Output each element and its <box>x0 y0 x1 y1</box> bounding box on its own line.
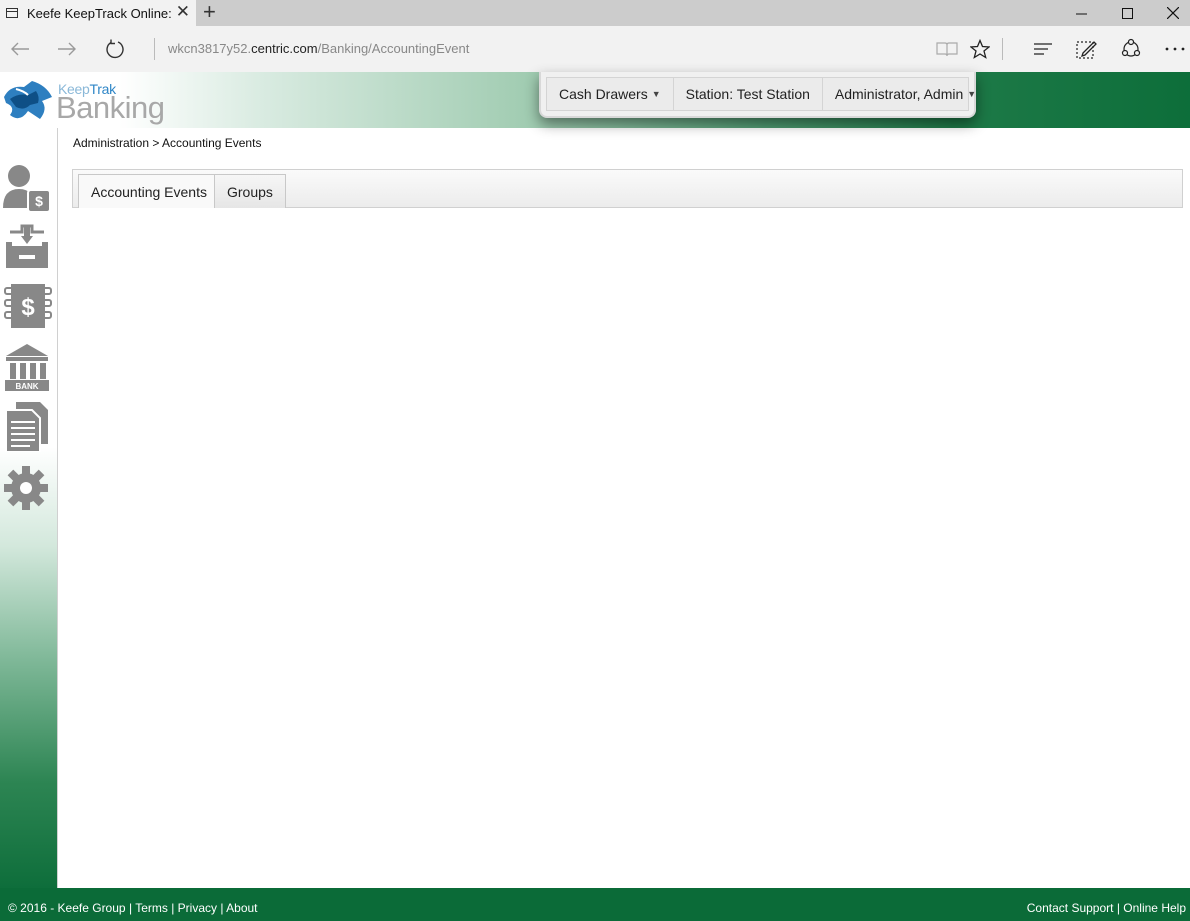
toolbar-separator <box>1002 38 1003 60</box>
tab-accounting-events-label: Accounting Events <box>91 183 207 200</box>
about-link[interactable]: About <box>226 901 257 915</box>
station-label: Station: Test Station <box>685 86 810 102</box>
footer-separator: | <box>220 901 224 915</box>
reading-view-icon[interactable] <box>933 35 961 63</box>
url-prefix: wkcn3817y52. <box>168 41 252 56</box>
page-icon <box>6 8 18 18</box>
browser-tab[interactable]: Keefe KeepTrack Online: ✕ <box>0 0 196 26</box>
online-help-link[interactable]: Online Help <box>1123 901 1186 915</box>
cash-drawers-label: Cash Drawers <box>559 86 648 102</box>
tabs-panel: Accounting Events Groups <box>72 169 1183 208</box>
hub-icon[interactable] <box>1029 35 1057 63</box>
back-icon[interactable] <box>6 35 34 63</box>
cash-drawer-icon[interactable] <box>2 222 52 274</box>
cash-drawers-menu[interactable]: Cash Drawers ▼ <box>547 78 674 110</box>
footer: © 2016 - Keefe Group | Terms | Privacy |… <box>0 888 1190 921</box>
svg-text:$: $ <box>21 294 35 321</box>
tab-groups[interactable]: Groups <box>214 174 286 208</box>
contact-support-link[interactable]: Contact Support <box>1027 901 1114 915</box>
customer-dollar-icon[interactable]: $ <box>2 162 52 214</box>
new-tab-icon[interactable]: + <box>203 0 216 24</box>
maximize-icon[interactable] <box>1104 0 1150 26</box>
footer-separator: | <box>128 901 133 915</box>
station-menu[interactable]: Station: Test Station <box>674 78 823 110</box>
svg-text:$: $ <box>35 193 43 209</box>
left-sidebar: $ $ BANK <box>0 128 57 888</box>
url-path: /Banking/AccountingEvent <box>317 41 470 56</box>
footer-links-right: Contact Support | Online Help <box>1027 901 1186 915</box>
caret-down-icon: ▼ <box>967 89 977 99</box>
footer-separator: | <box>1116 901 1120 915</box>
address-separator <box>154 38 155 60</box>
top-menu-panel: Cash Drawers ▼ Station: Test Station Adm… <box>539 72 976 118</box>
settings-gear-icon[interactable] <box>2 462 52 514</box>
forward-icon[interactable] <box>53 35 81 63</box>
footer-links-left: © 2016 - Keefe Group | Terms | Privacy |… <box>8 901 258 915</box>
breadcrumb: Administration > Accounting Events <box>73 136 262 150</box>
minimize-icon[interactable] <box>1058 0 1104 26</box>
caret-down-icon: ▼ <box>651 89 661 99</box>
refresh-icon[interactable] <box>101 35 129 63</box>
browser-tab-strip: Keefe KeepTrack Online: ✕ + <box>0 0 1190 26</box>
tab-accounting-events[interactable]: Accounting Events <box>78 174 220 208</box>
logo-banking-text: Banking <box>56 90 165 125</box>
browser-tab-title: Keefe KeepTrack Online: <box>27 5 172 21</box>
close-tab-icon[interactable]: ✕ <box>176 2 190 22</box>
ledger-dollar-icon[interactable]: $ <box>2 280 52 332</box>
keeptrack-banking-logo[interactable]: KeepTrak Banking <box>2 76 165 126</box>
bank-icon-label: BANK <box>15 382 38 391</box>
content-left-border <box>57 128 58 888</box>
copyright-text: © 2016 - Keefe Group <box>8 901 126 915</box>
browser-address-bar: wkcn3817y52.centric.com/Banking/Accounti… <box>0 26 1190 72</box>
terms-link[interactable]: Terms <box>135 901 168 915</box>
web-note-icon[interactable] <box>1072 35 1100 63</box>
url-domain: centric.com <box>251 41 318 56</box>
footer-separator: | <box>171 901 175 915</box>
logo-mark-icon <box>4 81 52 119</box>
share-icon[interactable] <box>1117 35 1145 63</box>
reports-icon[interactable] <box>2 400 52 452</box>
url-field[interactable]: wkcn3817y52.centric.com/Banking/Accounti… <box>168 41 469 56</box>
user-menu[interactable]: Administrator, Admin ▼ <box>823 78 988 110</box>
tab-groups-label: Groups <box>227 183 273 200</box>
close-window-icon[interactable] <box>1150 0 1190 26</box>
favorite-star-icon[interactable] <box>966 35 994 63</box>
more-icon[interactable] <box>1161 35 1189 63</box>
user-label: Administrator, Admin <box>834 86 964 102</box>
bank-icon[interactable]: BANK <box>2 342 52 394</box>
privacy-link[interactable]: Privacy <box>178 901 217 915</box>
